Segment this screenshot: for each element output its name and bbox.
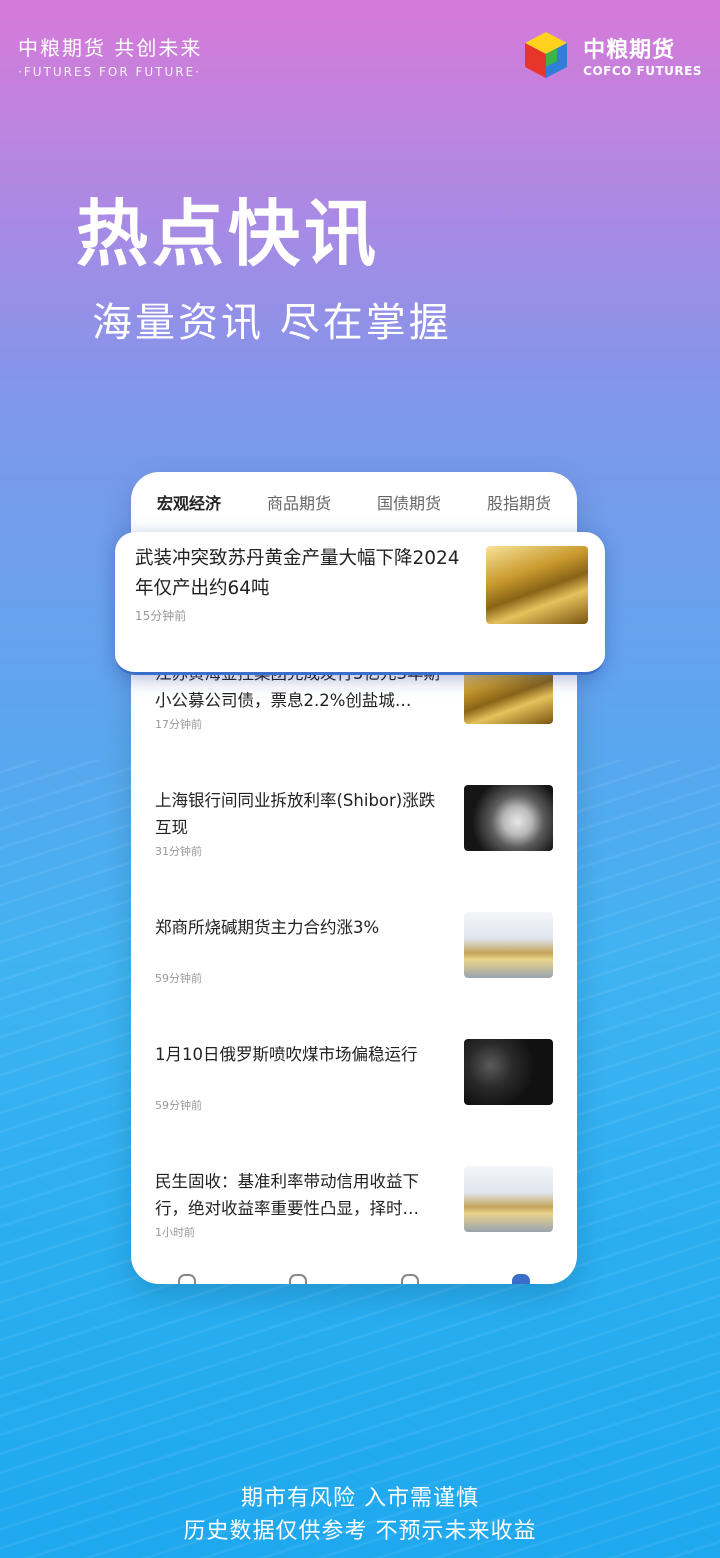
news-item[interactable]: 江苏黄海金控集团完成发行5亿元3年期小公募公司债，票息2.2%创盐城… 17分钟… (131, 658, 577, 787)
news-item[interactable]: 郑商所烧碱期货主力合约涨3% 59分钟前 (131, 912, 577, 1041)
slogan-text: 中粮期货 共创未来 (18, 36, 203, 60)
cube-logo-icon (525, 32, 568, 78)
bottom-nav (131, 1270, 577, 1284)
news-item[interactable]: 1月10日俄罗斯喷吹煤市场偏稳运行 59分钟前 (131, 1039, 577, 1168)
tab-index[interactable]: 股指期货 (487, 490, 551, 532)
news-time: 59分钟前 (155, 1099, 202, 1112)
market-icon[interactable] (289, 1274, 308, 1284)
risk-disclaimer-line1: 期市有风险 入市需谨慎 (241, 1486, 479, 1511)
news-item[interactable]: 上海银行间同业拆放利率(Shibor)涨跌互现 31分钟前 (131, 785, 577, 914)
news-time: 1小时前 (155, 1226, 195, 1239)
risk-disclaimer-line2: 历史数据仅供参考 不预示未来收益 (183, 1519, 537, 1544)
news-title: 1月10日俄罗斯喷吹煤市场偏稳运行 (155, 1045, 418, 1064)
tab-treasury[interactable]: 国债期货 (377, 490, 441, 532)
home-icon[interactable] (177, 1274, 196, 1284)
category-tabs: 宏观经济 商品期货 国债期货 股指期货 (131, 472, 577, 544)
tab-commodity[interactable]: 商品期货 (267, 490, 331, 532)
featured-time: 15分钟前 (135, 609, 187, 623)
tab-macro[interactable]: 宏观经济 (157, 490, 221, 544)
news-time: 31分钟前 (155, 845, 202, 858)
coal-image (464, 1039, 553, 1105)
news-list: 江苏黄海金控集团完成发行5亿元3年期小公募公司债，票息2.2%创盐城… 17分钟… (131, 658, 577, 1284)
news-title: 上海银行间同业拆放利率(Shibor)涨跌互现 (155, 791, 436, 837)
silver-coins-image (464, 785, 553, 851)
featured-news-card[interactable]: 武装冲突致苏丹黄金产量大幅下降2024年仅产出约64吨 15分钟前 (115, 532, 605, 675)
brand-slogan: 中粮期货 共创未来 ·FUTURES FOR FUTURE· (18, 32, 202, 79)
hero-subtitle: 海量资讯 尽在掌握 (92, 300, 452, 346)
profile-icon[interactable] (512, 1274, 531, 1284)
hero-title: 热点快讯 (76, 192, 381, 276)
news-title: 郑商所烧碱期货主力合约涨3% (155, 918, 380, 937)
news-item[interactable]: 民生固收：基准利率带动信用收益下行，绝对收益率重要性凸显，择时… 1小时前 (131, 1166, 577, 1284)
gold-bars-image (486, 546, 588, 624)
coins-pen-image (464, 1166, 553, 1232)
cofco-logo: 中粮期货 COFCO FUTURES (519, 28, 702, 82)
news-time: 17分钟前 (155, 718, 202, 731)
trade-icon[interactable] (400, 1274, 419, 1284)
logo-cn-text: 中粮期货 (583, 38, 676, 63)
news-time: 59分钟前 (155, 972, 202, 985)
coins-pen-image (464, 912, 553, 978)
slogan-en-text: ·FUTURES FOR FUTURE· (18, 65, 201, 79)
news-title: 民生固收：基准利率带动信用收益下行，绝对收益率重要性凸显，择时… (155, 1172, 419, 1218)
logo-en-text: COFCO FUTURES (583, 64, 702, 78)
featured-title: 武装冲突致苏丹黄金产量大幅下降2024年仅产出约64吨 (135, 548, 460, 599)
